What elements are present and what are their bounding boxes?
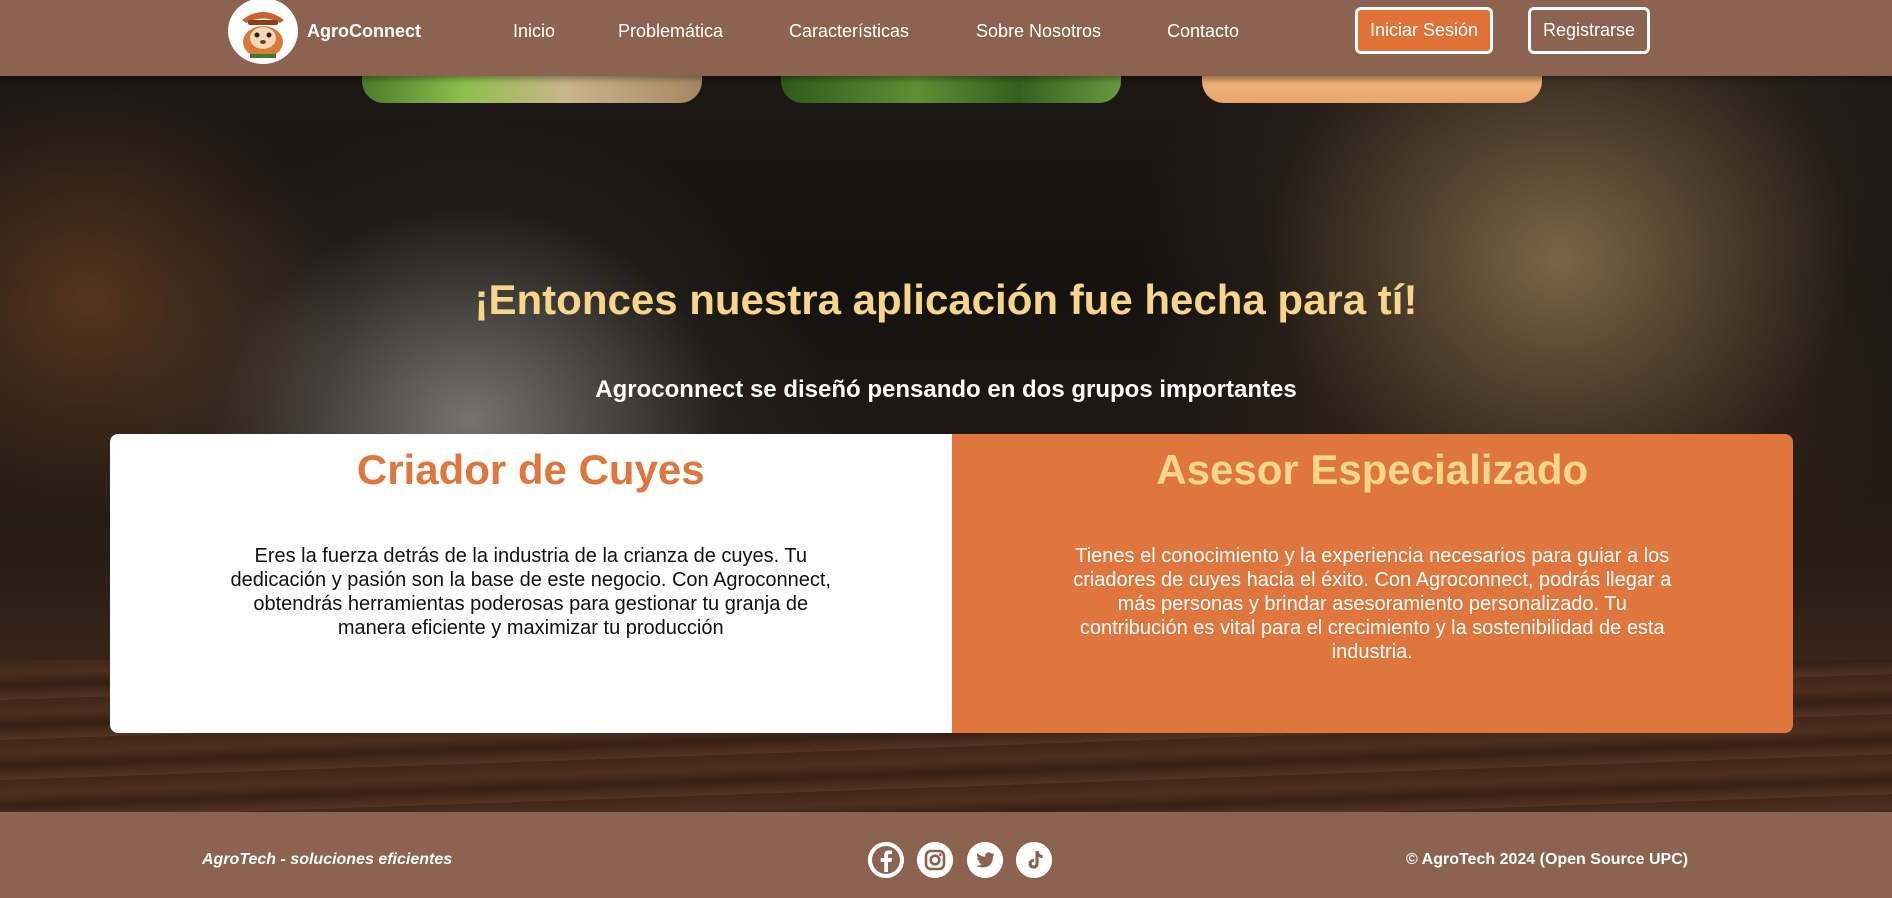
card-criador-title: Criador de Cuyes	[356, 446, 705, 493]
nav-inicio[interactable]: Inicio	[513, 19, 555, 43]
register-button[interactable]: Registrarse	[1528, 7, 1650, 54]
guinea-pig-logo-icon	[242, 12, 284, 58]
brand-name[interactable]: AgroConnect	[307, 19, 421, 43]
instagram-icon[interactable]	[917, 842, 953, 878]
nav-contacto[interactable]: Contacto	[1167, 19, 1239, 43]
tiktok-icon[interactable]	[1016, 842, 1052, 878]
section-subheadline: Agroconnect se diseñó pensando en dos gr…	[595, 376, 1297, 403]
brand-logo[interactable]	[228, 0, 298, 64]
card-criador: Criador de Cuyes Eres la fuerza detrás d…	[110, 434, 952, 733]
section-headline: ¡Entonces nuestra aplicación fue hecha p…	[474, 276, 1418, 323]
top-navbar: AgroConnect Inicio Problemática Caracter…	[0, 0, 1892, 76]
login-button[interactable]: Iniciar Sesión	[1355, 7, 1493, 54]
nav-sobre-nosotros[interactable]: Sobre Nosotros	[976, 19, 1101, 43]
card-asesor-text: Tienes el conocimiento y la experiencia …	[1073, 545, 1672, 663]
facebook-icon[interactable]	[868, 842, 904, 878]
card-asesor: Asesor Especializado Tienes el conocimie…	[951, 434, 1793, 733]
card-asesor-title: Asesor Especializado	[1156, 446, 1589, 493]
footer-copyright: © AgroTech 2024 (Open Source UPC)	[1406, 851, 1689, 868]
nav-problematica[interactable]: Problemática	[618, 19, 723, 43]
card-criador-text: Eres la fuerza detrás de la industria de…	[230, 545, 831, 639]
twitter-icon[interactable]	[967, 842, 1003, 878]
nav-caracteristicas[interactable]: Características	[789, 19, 909, 43]
footer-tagline: AgroTech - soluciones eficientes	[202, 851, 453, 868]
user-groups-panel: Criador de Cuyes Eres la fuerza detrás d…	[110, 434, 1793, 733]
